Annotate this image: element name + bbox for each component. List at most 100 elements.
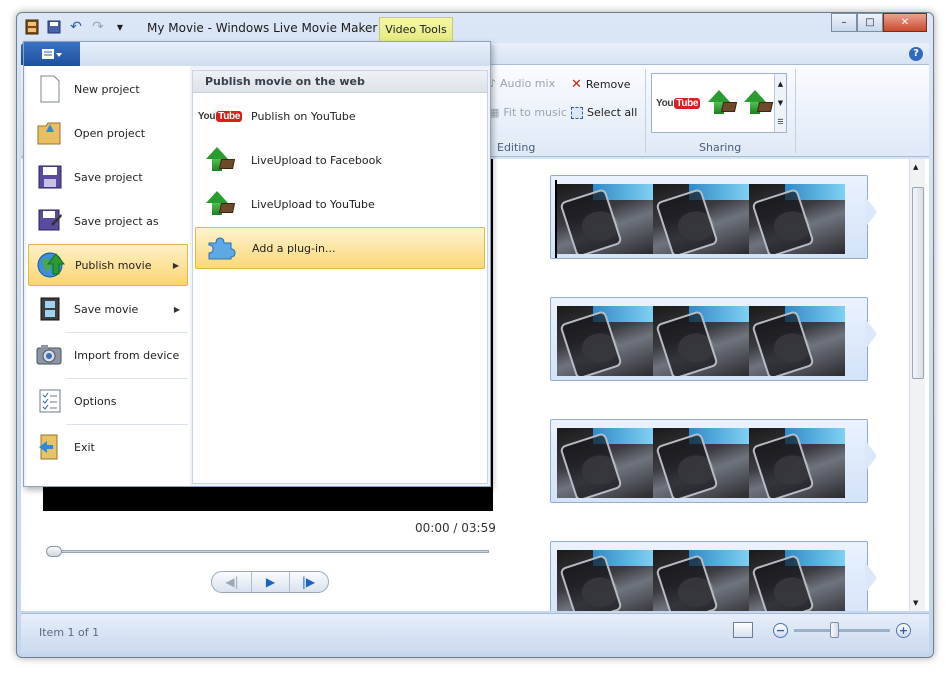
submenu-item-label: LiveUpload to YouTube: [251, 197, 375, 211]
menu-item-open-project[interactable]: Open project: [28, 112, 188, 154]
zoom-slider-thumb[interactable]: [830, 621, 839, 638]
menu-item-exit[interactable]: Exit: [28, 426, 188, 468]
clip-filmstrip: [557, 184, 863, 254]
next-frame-button[interactable]: |▶: [289, 572, 327, 592]
close-button[interactable]: ✕: [883, 13, 927, 32]
audio-mix-button[interactable]: ♪ Audio mix: [489, 77, 555, 90]
select-all-label: Select all: [587, 106, 638, 119]
clip-thumbnail: [653, 306, 749, 376]
playback-controls: ◀| ▶ |▶: [211, 571, 329, 593]
help-icon[interactable]: ?: [909, 47, 923, 61]
menu-item-label: Open project: [74, 126, 146, 140]
submenu-item-add-plugin[interactable]: Add a plug-in...: [195, 227, 485, 269]
fit-to-music-button[interactable]: ▦ Fit to music: [489, 106, 567, 119]
quick-access-toolbar: ↶ ↷ ▼: [23, 18, 129, 36]
redo-icon[interactable]: ↷: [89, 18, 107, 36]
youtube-icon[interactable]: You Tube: [656, 97, 701, 109]
submenu-item-label: LiveUpload to Facebook: [251, 153, 382, 167]
remove-button[interactable]: ✕ Remove: [571, 77, 631, 92]
seek-thumb[interactable]: [46, 546, 62, 557]
clip-thumbnail: [749, 184, 845, 254]
storyboard-scrollbar[interactable]: ▲ ▼: [909, 159, 925, 611]
youtube-icon: You Tube: [197, 110, 243, 122]
storyboard-clip[interactable]: [550, 297, 877, 381]
fit-to-music-label: Fit to music: [503, 106, 567, 119]
clip-thumbnail: [749, 306, 845, 376]
storyboard-clip[interactable]: [550, 541, 877, 611]
storyboard: [513, 159, 913, 611]
new-project-icon: [34, 73, 66, 105]
gallery-down-icon[interactable]: ▼: [778, 99, 783, 107]
app-menu-header: [24, 42, 490, 66]
minimize-button[interactable]: –: [831, 13, 857, 32]
menu-item-import-from-device[interactable]: Import from device: [28, 334, 188, 376]
submenu-item-liveupload-youtube[interactable]: LiveUpload to YouTube: [195, 183, 485, 225]
previous-frame-button[interactable]: ◀|: [213, 572, 251, 592]
customize-qat-icon[interactable]: ▼: [111, 18, 129, 36]
menu-separator: [66, 378, 188, 379]
window-title: My Movie - Windows Live Movie Maker: [147, 21, 378, 35]
ribbon-divider: [645, 69, 646, 153]
zoom-out-button[interactable]: −: [773, 622, 788, 638]
application-menu: New project Open project Save project Sa…: [23, 41, 491, 487]
app-logo-icon: [23, 18, 41, 36]
menu-item-label: Import from device: [74, 348, 180, 362]
maximize-button[interactable]: □: [857, 13, 883, 32]
undo-icon[interactable]: ↶: [67, 18, 85, 36]
select-all-button[interactable]: Select all: [571, 106, 637, 119]
menu-item-save-project[interactable]: Save project: [28, 156, 188, 198]
submenu-arrow-icon: ▶: [172, 260, 179, 270]
sharing-group-label: Sharing: [699, 141, 742, 154]
submenu-item-liveupload-facebook[interactable]: LiveUpload to Facebook: [195, 139, 485, 181]
clip-thumbnail: [749, 428, 845, 498]
app-menu-icon: [42, 49, 62, 59]
menu-item-options[interactable]: Options: [28, 380, 188, 422]
gallery-more-icon[interactable]: ☰: [777, 118, 783, 126]
clip-thumbnail: [557, 306, 653, 376]
storyboard-clip[interactable]: [550, 175, 877, 259]
seek-bar[interactable]: [46, 546, 489, 557]
storyboard-view-icon[interactable]: [733, 622, 753, 638]
menu-separator: [66, 332, 188, 333]
options-icon: [34, 385, 66, 417]
submenu-header: Publish movie on the web: [193, 71, 487, 93]
gallery-scroll[interactable]: ▲ ▼ ☰: [774, 74, 786, 132]
liveupload-youtube-icon[interactable]: [744, 90, 774, 116]
scroll-down-icon[interactable]: ▼: [913, 599, 918, 607]
menu-separator: [66, 424, 188, 425]
title-bar: ↶ ↷ ▼ My Movie - Windows Live Movie Make…: [17, 13, 933, 43]
zoom-in-button[interactable]: +: [896, 622, 911, 638]
storyboard-clip[interactable]: [550, 419, 877, 503]
sharing-gallery[interactable]: You Tube ▲ ▼ ☰: [651, 73, 787, 133]
menu-item-save-project-as[interactable]: Save project as: [28, 200, 188, 242]
audio-mix-label: Audio mix: [500, 77, 556, 90]
submenu-item-label: Publish on YouTube: [251, 109, 356, 123]
save-icon[interactable]: [45, 18, 63, 36]
play-button[interactable]: ▶: [251, 572, 289, 592]
remove-label: Remove: [585, 78, 631, 91]
zoom-slider[interactable]: [794, 621, 890, 638]
menu-item-save-movie[interactable]: Save movie ▶: [28, 288, 188, 330]
clip-thumbnail: [557, 184, 653, 254]
gallery-up-icon[interactable]: ▲: [778, 80, 783, 88]
import-device-icon: [34, 339, 66, 371]
menu-item-new-project[interactable]: New project: [28, 68, 188, 110]
submenu-item-publish-youtube[interactable]: You Tube Publish on YouTube: [195, 95, 485, 137]
clip-transition-arrow: [865, 318, 877, 350]
liveupload-facebook-icon[interactable]: [708, 90, 738, 116]
scroll-up-icon[interactable]: ▲: [913, 163, 918, 171]
scrollbar-thumb[interactable]: [912, 187, 924, 379]
clip-transition-arrow: [865, 196, 877, 228]
menu-item-publish-movie[interactable]: Publish movie ▶: [28, 244, 188, 286]
app-menu-button-open[interactable]: [24, 42, 80, 66]
clip-thumbnail: [653, 428, 749, 498]
clip-thumbnail: [557, 428, 653, 498]
menu-item-label: Save project as: [74, 214, 159, 228]
menu-item-label: Options: [74, 394, 117, 408]
menu-item-label: Save project: [74, 170, 143, 184]
zoom-controls: − +: [733, 621, 911, 638]
video-tools-context-tab[interactable]: Video Tools: [379, 17, 453, 43]
playhead-indicator[interactable]: [555, 180, 557, 258]
clip-thumbnail: [749, 550, 845, 611]
menu-item-label: Publish movie: [75, 258, 152, 272]
